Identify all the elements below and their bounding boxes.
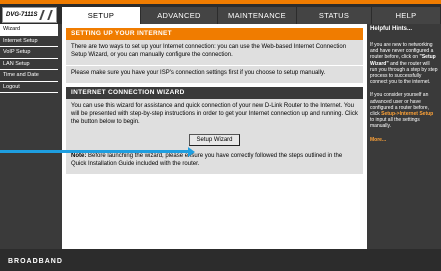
model-slash-icon	[39, 10, 53, 20]
tab-status[interactable]: STATUS	[297, 7, 372, 24]
section-paragraph: There are two ways to set up your Intern…	[71, 44, 347, 58]
connection-wizard-section: INTERNET CONNECTION WIZARD You can use t…	[66, 87, 363, 174]
sidebar-item-internet-setup[interactable]: Internet Setup	[0, 35, 58, 47]
hint-paragraph: If you consider yourself an advanced use…	[370, 92, 438, 129]
tab-help[interactable]: HELP	[372, 7, 441, 24]
note-label: Note:	[71, 153, 87, 159]
hints-title: Helpful Hints...	[370, 26, 412, 32]
note-paragraph: Note: Before launching the wizard, pleas…	[71, 152, 358, 168]
section-body: Please make sure you have your ISP's con…	[66, 66, 363, 83]
section-paragraph: Please make sure you have your ISP's con…	[71, 70, 326, 76]
section-body: There are two ways to set up your Intern…	[66, 40, 363, 65]
header-accent-strip	[0, 0, 441, 4]
setting-up-section: SETTING UP YOUR INTERNET There are two w…	[66, 28, 363, 83]
sidebar-item-logout[interactable]: Logout	[0, 81, 58, 93]
section-title: INTERNET CONNECTION WIZARD	[66, 87, 363, 99]
section-title: SETTING UP YOUR INTERNET	[66, 28, 363, 40]
top-tabs: SETUP ADVANCED MAINTENANCE STATUS HELP	[62, 7, 441, 24]
note-text: Before launching the wizard, please ensu…	[71, 153, 343, 167]
sidebar-item-lan-setup[interactable]: LAN Setup	[0, 58, 58, 70]
internet-setup-link[interactable]: Setup->Internet Setup	[381, 111, 433, 117]
tab-setup[interactable]: SETUP	[62, 7, 141, 24]
model-name: DVG-7111S	[6, 12, 38, 18]
main-content: SETTING UP YOUR INTERNET There are two w…	[62, 24, 367, 249]
tab-advanced[interactable]: ADVANCED	[141, 7, 218, 24]
hint-text: to input all the settings manually.	[370, 117, 420, 130]
brand-label: BROADBAND	[8, 258, 63, 265]
hint-paragraph: More...	[370, 137, 438, 143]
sidebar-item-time-and-date[interactable]: Time and Date	[0, 70, 58, 82]
setup-wizard-button[interactable]: Setup Wizard	[189, 134, 240, 146]
pointer-arrow-icon	[0, 150, 190, 153]
footer-bar: BROADBAND	[0, 249, 441, 271]
sidebar-item-wizard[interactable]: Wizard	[0, 24, 58, 36]
more-link[interactable]: More...	[370, 137, 386, 143]
section-paragraph: You can use this wizard for assistance a…	[71, 103, 358, 125]
section-body: You can use this wizard for assistance a…	[66, 99, 363, 174]
wizard-button-row: Setup Wizard	[71, 130, 358, 152]
tab-maintenance[interactable]: MAINTENANCE	[218, 7, 297, 24]
model-label: DVG-7111S	[2, 7, 57, 23]
sidebar-item-voip-setup[interactable]: VoIP Setup	[0, 47, 58, 59]
helpful-hints-panel: Helpful Hints... If you are new to netwo…	[367, 24, 441, 249]
sidebar: Wizard Internet Setup VoIP Setup LAN Set…	[0, 24, 58, 249]
pointer-arrow-head-icon	[188, 146, 195, 157]
hint-paragraph: If you are new to networking and have ne…	[370, 42, 438, 85]
